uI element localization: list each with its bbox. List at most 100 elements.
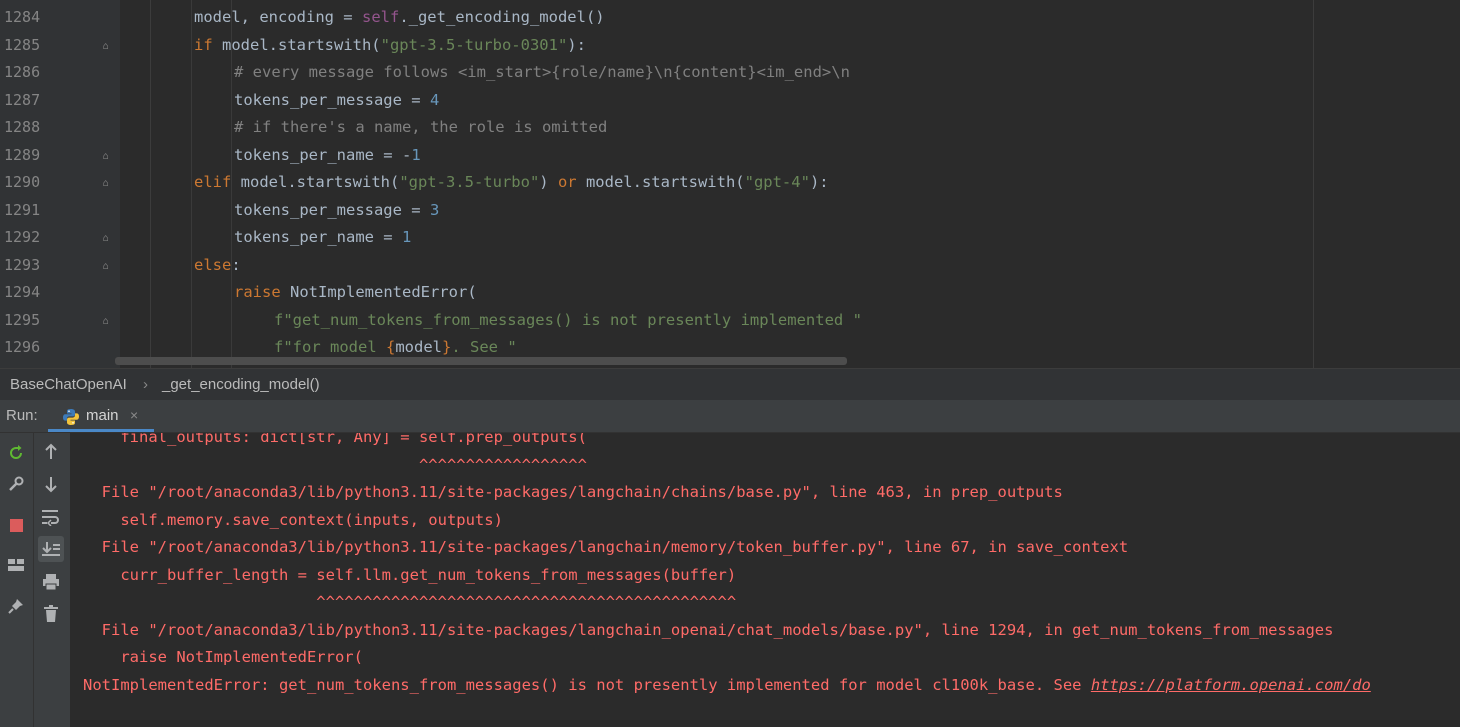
code-line[interactable]: tokens_per_message = 4	[234, 87, 439, 115]
code-token: model	[395, 338, 442, 356]
code-token: # if there's a name, the role is omitted	[234, 118, 608, 136]
error-text: NotImplementedError: get_num_tokens_from…	[83, 675, 1091, 694]
fold-marker-icon[interactable]: ⌂	[100, 41, 111, 52]
code-token: 3	[429, 200, 440, 219]
trash-icon[interactable]	[38, 601, 64, 627]
fold-marker-icon[interactable]: ⌂	[100, 233, 111, 244]
code-token: 4	[429, 90, 440, 109]
arrow-down-icon[interactable]	[38, 471, 64, 497]
code-token: "gpt-3.5-turbo"	[399, 173, 540, 191]
rerun-icon[interactable]	[3, 440, 29, 466]
code-line[interactable]: tokens_per_name = -1	[234, 142, 421, 170]
console-line: self.memory.save_context(inputs, outputs…	[83, 510, 503, 529]
layout-icon[interactable]	[3, 552, 29, 578]
line-number: 1284	[4, 8, 41, 26]
code-line[interactable]: raise NotImplementedError(	[234, 279, 477, 307]
console-toolbar	[34, 433, 71, 727]
code-line[interactable]: else:	[194, 252, 241, 280]
console-output[interactable]: final_outputs: dict[str, Any] = self.pre…	[71, 433, 1460, 727]
right-margin-guide	[1313, 0, 1314, 368]
close-icon[interactable]: ×	[130, 400, 138, 431]
python-icon	[62, 408, 80, 430]
code-token: NotImplementedError	[290, 283, 468, 301]
soft-wrap-icon[interactable]	[38, 504, 64, 530]
fold-marker-icon[interactable]: ⌂	[100, 151, 111, 162]
line-number: 1285	[4, 35, 41, 54]
console-line: raise NotImplementedError(	[83, 648, 363, 666]
code-token: 1	[411, 145, 421, 164]
line-number: 1287	[4, 90, 41, 109]
console-line: final_outputs: dict[str, Any] = self.pre…	[83, 433, 587, 446]
horizontal-scrollbar[interactable]	[115, 357, 847, 365]
code-token: . See "	[451, 338, 517, 356]
line-number: 1292	[4, 228, 41, 246]
code-line[interactable]: if model.startswith("gpt-3.5-turbo-0301"…	[194, 32, 586, 60]
code-token: tokens_per_message =	[234, 200, 430, 219]
code-token: if	[194, 35, 222, 54]
arrow-up-icon[interactable]	[38, 439, 64, 465]
stop-icon[interactable]	[3, 512, 29, 538]
code-token: (	[467, 283, 477, 301]
code-token: model.startswith(	[222, 35, 381, 54]
run-left-toolbar	[0, 433, 34, 727]
line-number: 1286	[4, 63, 41, 81]
code-token: model, encoding =	[194, 8, 362, 26]
code-token: f"for model	[274, 338, 386, 356]
code-token: ):	[567, 35, 586, 54]
line-number: 1291	[4, 200, 41, 219]
breadcrumb-separator: ›	[143, 376, 148, 393]
code-line[interactable]: elif model.startswith("gpt-3.5-turbo") o…	[194, 169, 829, 197]
run-label: Run:	[6, 407, 38, 424]
print-icon[interactable]	[38, 569, 64, 595]
fold-marker-icon[interactable]: ⌂	[100, 261, 111, 272]
code-token: self	[361, 8, 400, 26]
console-line: ^^^^^^^^^^^^^^^^^^	[83, 455, 587, 474]
line-number: 1294	[4, 283, 41, 301]
fold-marker-icon[interactable]: ⌂	[100, 178, 111, 189]
code-token: {	[385, 338, 396, 356]
code-token: "gpt-3.5-turbo-0301"	[380, 35, 568, 54]
run-tool-window-header: Run: main ×	[0, 400, 1460, 433]
line-number: 1290	[4, 173, 41, 191]
line-number: 1288	[4, 118, 41, 136]
console-line: curr_buffer_length = self.llm.get_num_to…	[83, 565, 737, 584]
wrench-icon[interactable]	[3, 471, 29, 497]
code-token: elif	[194, 173, 241, 191]
code-token: tokens_per_name =	[234, 228, 402, 246]
console-line: File "/root/anaconda3/lib/python3.11/sit…	[83, 483, 1063, 501]
code-line[interactable]: tokens_per_message = 3	[234, 197, 439, 225]
code-editor[interactable]: 1284 1285 ⌂ 1286 1287 1288 1289 ⌂ 1290 ⌂ 1291 1292 ⌂…	[0, 0, 1460, 368]
code-line[interactable]: # every message follows <im_start>{role/…	[234, 59, 850, 87]
scroll-to-end-icon[interactable]	[38, 536, 64, 562]
breadcrumb-method[interactable]: _get_encoding_model()	[162, 369, 320, 400]
breadcrumb: BaseChatOpenAI › _get_encoding_model()	[0, 368, 1460, 401]
indent-guide	[191, 0, 192, 368]
error-message: NotImplementedError: get_num_tokens_from…	[83, 672, 1371, 700]
code-token: tokens_per_name = -	[234, 145, 412, 164]
code-area[interactable]: model, encoding = self._get_encoding_mod…	[150, 0, 1311, 368]
fold-marker-icon[interactable]: ⌂	[100, 316, 111, 327]
console-line: File "/root/anaconda3/lib/python3.11/sit…	[83, 538, 1129, 556]
line-number: 1295	[4, 310, 41, 329]
code-token: raise	[234, 283, 290, 301]
code-line[interactable]: model, encoding = self._get_encoding_mod…	[194, 4, 605, 32]
pin-icon[interactable]	[3, 593, 29, 619]
code-token: ._get_encoding_model()	[399, 8, 605, 26]
code-token: # every message follows <im_start>{role/…	[234, 63, 850, 81]
code-line[interactable]: f"get_num_tokens_from_messages() is not …	[274, 307, 862, 335]
line-number: 1289	[4, 145, 41, 164]
code-line[interactable]: tokens_per_name = 1	[234, 224, 411, 252]
editor-gutter: 1284 1285 ⌂ 1286 1287 1288 1289 ⌂ 1290 ⌂ 1291 1292 ⌂…	[0, 0, 120, 368]
code-line[interactable]: # if there's a name, the role is omitted	[234, 114, 607, 142]
code-token: "gpt-4"	[744, 173, 810, 191]
code-token: )	[539, 173, 558, 191]
line-number: 1296	[4, 338, 41, 356]
error-link[interactable]: https://platform.openai.com/do	[1091, 676, 1371, 694]
code-token: model.startswith(	[585, 173, 745, 191]
run-tab-label: main	[86, 407, 119, 424]
code-token: else	[194, 255, 232, 274]
line-number: 1293	[4, 255, 41, 274]
breadcrumb-class[interactable]: BaseChatOpenAI	[10, 369, 127, 400]
code-token: tokens_per_message =	[234, 90, 430, 109]
run-tab-main[interactable]: main ×	[48, 400, 154, 432]
